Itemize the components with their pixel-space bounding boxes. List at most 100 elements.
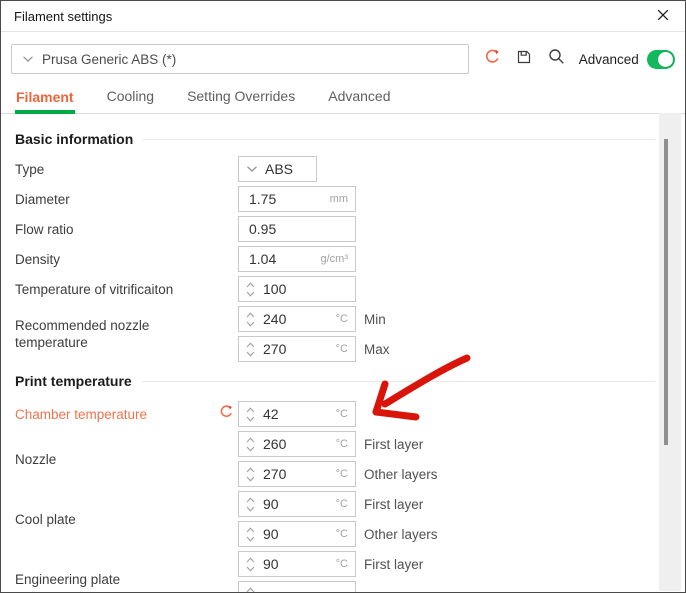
- unit-label: g/cm³: [321, 253, 356, 265]
- tab-setting-overrides[interactable]: Setting Overrides: [186, 82, 296, 113]
- close-button[interactable]: [654, 7, 672, 25]
- spinner-input[interactable]: [238, 581, 356, 593]
- setting-group: Chamber temperature 42°C: [15, 401, 685, 427]
- tab-cooling[interactable]: Cooling: [106, 82, 155, 113]
- spin-down-button[interactable]: [246, 505, 255, 512]
- spin-down-button[interactable]: [246, 445, 255, 452]
- input-value: 90: [263, 496, 279, 512]
- spinner-input[interactable]: 42°C: [238, 401, 356, 427]
- setting-label: Cool plate: [15, 511, 76, 528]
- setting-group: Recommended nozzle temperature240°CMin27…: [15, 306, 685, 362]
- spinner-buttons: [243, 436, 258, 452]
- section-header: Basic information: [15, 130, 655, 149]
- spin-up-button[interactable]: [246, 526, 255, 533]
- tab-advanced[interactable]: Advanced: [327, 82, 391, 113]
- preset-bar: Prusa Generic ABS (*): [1, 32, 685, 74]
- spinner-input[interactable]: 90°C: [238, 551, 356, 577]
- input-value: 270: [263, 466, 286, 482]
- spin-up-button[interactable]: [246, 586, 255, 593]
- setting-label-cell: Flow ratio: [15, 221, 238, 238]
- setting-label: Type: [15, 161, 44, 178]
- spin-up-button[interactable]: [246, 341, 255, 348]
- spinner-input[interactable]: 100: [238, 276, 356, 302]
- scrollbar-thumb[interactable]: [664, 139, 668, 445]
- setting-label: Flow ratio: [15, 221, 74, 238]
- spin-down-button[interactable]: [246, 415, 255, 422]
- setting-group: Density 1.04g/cm³: [15, 246, 685, 272]
- chevron-down-icon: [246, 160, 258, 178]
- setting-row: [238, 581, 423, 593]
- spin-down-button[interactable]: [246, 290, 255, 297]
- section-header: Print temperature: [15, 372, 655, 391]
- preset-select[interactable]: Prusa Generic ABS (*): [11, 44, 469, 74]
- spin-down-button[interactable]: [246, 565, 255, 572]
- input-value: 100: [263, 281, 286, 297]
- advanced-label: Advanced: [579, 52, 639, 67]
- setting-label: Diameter: [15, 191, 70, 208]
- spin-up-button[interactable]: [246, 466, 255, 473]
- section-title: Basic information: [15, 130, 133, 149]
- setting-label-cell: Chamber temperature: [15, 404, 238, 424]
- spin-up-button[interactable]: [246, 556, 255, 563]
- unit-label: °C: [336, 438, 355, 450]
- unit-label: °C: [336, 558, 355, 570]
- chevron-down-icon: [22, 50, 34, 68]
- setting-label-cell: Density: [15, 251, 238, 268]
- setting-group: Cool plate90°CFirst layer90°COther layer…: [15, 491, 685, 547]
- setting-group: Temperature of vitrificaiton100: [15, 276, 685, 302]
- section-divider: [143, 139, 655, 140]
- spinner-buttons: [243, 311, 258, 327]
- setting-label: Density: [15, 251, 60, 268]
- spin-up-button[interactable]: [246, 496, 255, 503]
- revert-field-button[interactable]: [219, 404, 234, 424]
- setting-row: 240°CMin: [238, 306, 390, 332]
- spin-up-button[interactable]: [246, 311, 255, 318]
- spinner-input[interactable]: 270°C: [238, 336, 356, 362]
- spin-down-button[interactable]: [246, 320, 255, 327]
- spinner-buttons: [243, 341, 258, 357]
- spinner-input[interactable]: 90°C: [238, 521, 356, 547]
- spinner-buttons: [243, 406, 258, 422]
- spinner-input[interactable]: 240°C: [238, 306, 356, 332]
- save-preset-button[interactable]: [516, 49, 532, 70]
- spin-up-button[interactable]: [246, 436, 255, 443]
- input-value: 260: [263, 436, 286, 452]
- spinner-buttons: [243, 556, 258, 572]
- setting-group: Diameter 1.75mm: [15, 186, 685, 212]
- setting-row: ABS: [238, 156, 317, 182]
- setting-row: 1.04g/cm³: [238, 246, 356, 272]
- spin-up-button[interactable]: [246, 406, 255, 413]
- spin-down-button[interactable]: [246, 535, 255, 542]
- setting-rows: ABS: [238, 156, 317, 182]
- setting-label-cell: Nozzle: [15, 451, 238, 468]
- revert-preset-button[interactable]: [484, 48, 501, 70]
- text-input[interactable]: 1.75mm: [238, 186, 356, 212]
- scrollbar[interactable]: [659, 113, 681, 591]
- spinner-input[interactable]: 260 °C: [238, 431, 356, 457]
- search-icon: [547, 47, 566, 71]
- setting-rows: 90°CFirst layer90°COther layers: [238, 491, 438, 547]
- preset-name: Prusa Generic ABS (*): [42, 52, 176, 67]
- text-input[interactable]: 1.04g/cm³: [238, 246, 356, 272]
- tab-filament[interactable]: Filament: [15, 83, 75, 114]
- unit-label: mm: [330, 193, 355, 205]
- setting-row: 260°CFirst layer: [238, 431, 438, 457]
- spinner-input[interactable]: 90 °C: [238, 491, 356, 517]
- save-icon: [516, 49, 532, 70]
- spinner-input[interactable]: 270°C: [238, 461, 356, 487]
- search-preset-button[interactable]: [547, 47, 566, 71]
- setting-label-cell: Engineering plate: [15, 571, 238, 588]
- setting-label-cell: Cool plate: [15, 511, 238, 528]
- setting-group: Flow ratio 0.95: [15, 216, 685, 242]
- setting-label: Chamber temperature: [15, 406, 147, 423]
- advanced-toggle[interactable]: [647, 50, 675, 69]
- spin-down-button[interactable]: [246, 350, 255, 357]
- type-select[interactable]: ABS: [238, 156, 317, 182]
- spin-up-button[interactable]: [246, 281, 255, 288]
- setting-rows: 0.95: [238, 216, 356, 242]
- unit-label: °C: [336, 498, 355, 510]
- spin-down-button[interactable]: [246, 475, 255, 482]
- text-input[interactable]: 0.95: [238, 216, 356, 242]
- section-title: Print temperature: [15, 372, 132, 391]
- unit-label: °C: [336, 343, 355, 355]
